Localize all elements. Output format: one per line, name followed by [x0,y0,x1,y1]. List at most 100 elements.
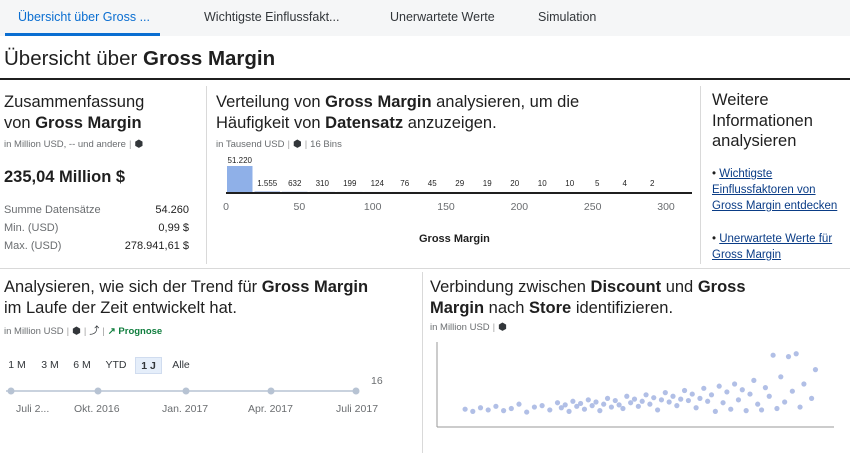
scatter-point[interactable] [758,407,765,413]
scatter-point[interactable] [655,407,661,413]
scatter-point[interactable] [539,403,545,409]
scatter-point[interactable] [789,388,795,394]
scatter-point[interactable] [751,377,757,383]
histogram-bar-label: 20 [510,179,519,188]
scatter-point[interactable] [508,405,514,412]
tab-simulation[interactable]: Simulation [538,10,596,24]
scatter-point[interactable] [674,403,680,409]
scatter-point[interactable] [708,392,715,398]
link-unexpected-values-anchor[interactable]: Unerwartete Werte für Gross Margin [712,233,832,261]
scatter-point[interactable] [689,391,695,397]
scatter-point[interactable] [782,399,788,405]
scatter-point[interactable] [562,402,568,408]
range-ytd[interactable]: YTD [103,357,129,374]
scatter-point[interactable] [601,401,607,407]
scatter-point[interactable] [735,397,742,403]
scatter-point[interactable] [662,390,668,396]
scatter-point[interactable] [809,395,815,401]
scatter-point[interactable] [608,404,614,410]
scatter-point[interactable] [705,398,711,404]
histogram-x-tick: 200 [511,201,529,213]
scatter-point[interactable] [628,400,634,406]
scatter-point[interactable] [597,408,603,414]
range-1m[interactable]: 1 M [6,357,28,374]
scatter-point[interactable] [666,399,672,405]
forecast-toggle[interactable]: ↗ Prognose [108,326,162,337]
scatter-point[interactable] [635,403,641,409]
scatter-point[interactable] [716,383,722,389]
scatter-point[interactable] [524,409,530,415]
scatter-point[interactable] [770,352,776,358]
scatter-point[interactable] [720,400,726,406]
cube-icon[interactable]: ⬢ [134,139,143,150]
scatter-point[interactable] [812,367,819,373]
scatter-point[interactable] [658,397,665,403]
tab-unexpected-values[interactable]: Unerwartete Werte [390,10,495,24]
scatter-point[interactable] [604,395,611,401]
scatter-point[interactable] [585,397,591,403]
scatter-point[interactable] [762,385,768,391]
scatter-point[interactable] [570,398,576,404]
scatter-point[interactable] [797,404,803,410]
scatter-point[interactable] [712,408,718,414]
scatter-point[interactable] [670,393,676,399]
scatter-point[interactable] [693,405,699,411]
trend-range-slider[interactable] [6,384,366,398]
scatter-point[interactable] [566,408,572,414]
scatter-point[interactable] [778,374,784,380]
scatter-point[interactable] [785,354,792,360]
scatter-point[interactable] [755,401,761,407]
scatter-point[interactable] [678,396,684,402]
range-1y[interactable]: 1 J [135,357,162,374]
scatter-point[interactable] [774,405,780,412]
scatter-point[interactable] [620,405,626,412]
scatter-point[interactable] [743,408,749,414]
scatter-point[interactable] [462,406,468,412]
scatter-point[interactable] [651,395,657,401]
scatter-point[interactable] [624,393,630,399]
range-6m[interactable]: 6 M [70,357,94,374]
scatter-point[interactable] [616,402,622,408]
scatter-point[interactable] [589,403,595,409]
scatter-point[interactable] [801,381,807,387]
scatter-point[interactable] [631,396,638,402]
scatter-point[interactable] [697,395,703,401]
scatter-point[interactable] [724,389,730,395]
cube-icon[interactable]: ⬢ [293,139,302,150]
scatter-point[interactable] [547,407,553,413]
histogram-bar[interactable] [227,166,253,192]
scatter-point[interactable] [639,398,645,404]
range-all[interactable]: Alle [169,357,193,374]
scatter-point[interactable] [612,397,618,404]
tab-key-influencers[interactable]: Wichtigste Einflussfakt... [204,10,339,24]
scatter-point[interactable] [793,351,799,357]
scatter-point[interactable] [531,404,537,410]
scatter-point[interactable] [477,405,484,411]
link-key-influencers-anchor[interactable]: Wichtigste Einflussfaktoren von Gross Ma… [712,168,837,212]
scatter-point[interactable] [739,387,745,393]
scatter-point[interactable] [501,408,507,414]
cube-icon[interactable]: ⬢ [72,326,81,337]
path-icon[interactable]: ⤴ [89,326,99,337]
scatter-point[interactable] [485,407,491,413]
scatter-point[interactable] [766,393,772,399]
scatter-point[interactable] [578,400,584,407]
scatter-point[interactable] [470,408,476,414]
scatter-point[interactable] [685,397,691,404]
scatter-point[interactable] [681,387,688,394]
tab-overview[interactable]: Übersicht über Gross ... [18,10,150,24]
scatter-point[interactable] [747,391,753,397]
scatter-point[interactable] [581,406,588,412]
scatter-point[interactable] [701,385,707,391]
scatter-point[interactable] [593,399,599,405]
scatter-point[interactable] [554,400,561,406]
range-3m[interactable]: 3 M [38,357,62,374]
scatter-point[interactable] [732,381,738,387]
scatter-point[interactable] [643,392,649,398]
scatter-point[interactable] [493,403,499,409]
scatter-point[interactable] [647,401,653,407]
scatter-point[interactable] [516,401,522,407]
cube-icon[interactable]: ⬢ [498,322,507,333]
histogram-bar[interactable] [254,191,281,192]
scatter-point[interactable] [728,406,734,412]
